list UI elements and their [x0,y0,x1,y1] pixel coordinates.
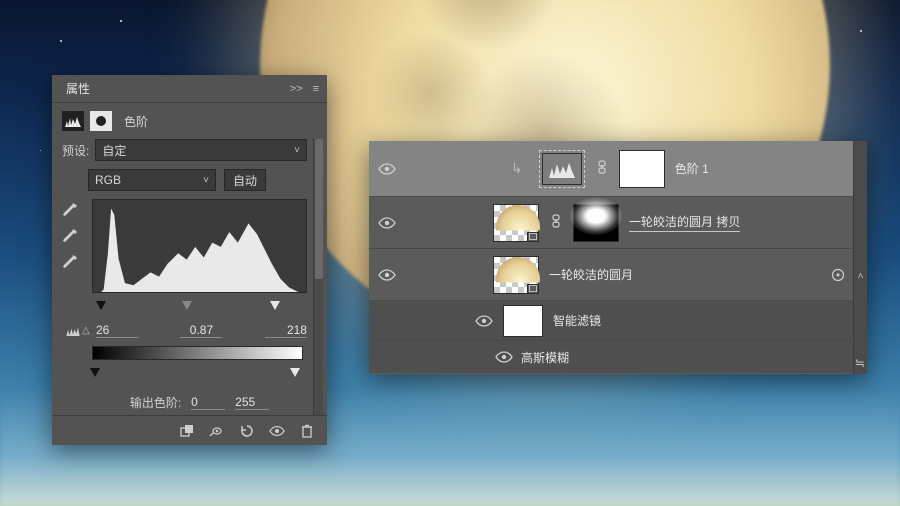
gamma-input[interactable] [180,323,222,338]
smart-object-badge-icon [527,232,539,242]
delete-icon[interactable] [299,423,315,439]
layer-thumb[interactable] [493,204,539,242]
eye-icon[interactable] [378,163,396,175]
output-gradient[interactable] [92,346,303,360]
properties-scrollbar[interactable] [313,139,323,415]
layer-name[interactable]: 一轮皎洁的圆月 [549,266,633,283]
chevron-down-icon: ˅ [203,175,209,186]
layer-name[interactable]: 一轮皎洁的圆月 拷贝 [629,213,740,232]
smart-filters-label: 智能滤镜 [553,312,601,329]
eyedropper-white-icon[interactable] [62,255,78,271]
levels-mask-thumb[interactable] [619,150,665,188]
properties-panel-header: 属性 >> ≡ [52,75,327,103]
link-icon[interactable] [595,160,609,177]
panel-collapse-icon[interactable]: >> [290,83,303,95]
output-levels-row [62,346,307,360]
filter-row-gaussian[interactable]: 高斯模糊 ≒ [369,341,853,373]
output-label: 输出色阶: [130,394,181,411]
filter-options-icon[interactable]: ≒ [855,356,865,370]
histogram-row [62,199,307,293]
levels-adjustment-thumb[interactable] [542,153,582,185]
eye-icon[interactable] [495,351,513,363]
scrollbar-thumb[interactable] [315,139,323,279]
black-point-handle[interactable] [96,301,106,310]
preset-label: 预设: [62,142,89,159]
layer-row-moon[interactable]: 一轮皎洁的圆月 [369,249,853,301]
smart-object-badge-icon [527,284,539,294]
eye-icon[interactable] [378,217,396,229]
adjustment-thumb-group [539,150,585,188]
output-levels-values: 输出色阶: [62,394,307,411]
layer-mask-thumb[interactable] [573,204,619,242]
chevron-down-icon: ˅ [294,145,300,156]
filter-name[interactable]: 高斯模糊 [521,349,569,366]
channel-select[interactable]: RGB ˅ [88,169,216,191]
channel-row: RGB ˅ 自动 [62,169,307,191]
levels-adjustment-icon[interactable] [62,111,84,131]
auto-button[interactable]: 自动 [224,169,266,191]
black-point-input[interactable] [96,323,138,338]
output-white-handle[interactable] [290,368,300,377]
layer-row-levels[interactable]: ↳ 色阶 1 [369,141,853,197]
layer-name[interactable]: 色阶 1 [675,160,709,177]
eyedropper-black-icon[interactable] [62,203,78,219]
output-black-input[interactable] [191,395,225,410]
eye-icon[interactable] [378,269,396,281]
output-white-input[interactable] [235,395,269,410]
panel-menu-icon[interactable]: ≡ [313,83,319,95]
preset-value: 自定 [102,142,126,159]
adjustment-type-row: 色阶 [52,103,327,135]
adjustment-type-label: 色阶 [124,113,148,130]
view-previous-icon[interactable] [209,423,225,439]
properties-footer [52,415,327,445]
white-point-handle[interactable] [270,301,280,310]
layer-row-moon-copy[interactable]: 一轮皎洁的圆月 拷贝 [369,197,853,249]
output-levels-slider[interactable] [62,368,307,382]
channel-value: RGB [95,173,121,187]
properties-panel: 属性 >> ≡ 色阶 预设: 自定 ˅ [52,75,327,445]
warning-icon: △ [82,325,90,336]
filter-fx-icon[interactable] [831,268,845,282]
preset-row: 预设: 自定 ˅ [62,139,307,161]
layers-scrollbar[interactable]: ˄ [853,141,867,374]
preset-select[interactable]: 自定 ˅ [95,139,307,161]
layers-panel: ↳ 色阶 1 一轮 [369,141,867,374]
reset-icon[interactable] [239,423,255,439]
chevron-up-icon[interactable]: ˄ [854,141,867,282]
layer-thumb[interactable] [493,256,539,294]
layer-mask-icon[interactable] [90,111,112,131]
clip-to-layer-icon[interactable] [179,423,195,439]
gamma-handle[interactable] [182,301,192,310]
visibility-icon[interactable] [269,423,285,439]
smart-filters-row[interactable]: 智能滤镜 [369,301,853,341]
input-levels-values: △ [62,323,307,338]
levels-icon [66,326,80,336]
smart-filter-mask-thumb[interactable] [503,305,543,337]
eyedropper-gray-icon[interactable] [62,229,78,245]
eye-icon[interactable] [475,315,493,327]
link-icon[interactable] [549,214,563,231]
histogram[interactable] [92,199,307,293]
input-levels-slider[interactable] [62,301,307,315]
auto-button-label: 自动 [233,172,257,189]
output-black-handle[interactable] [90,368,100,377]
properties-tab[interactable]: 属性 [60,76,96,101]
clip-indicator-icon: ↳ [505,160,529,177]
white-point-input[interactable] [265,323,307,338]
